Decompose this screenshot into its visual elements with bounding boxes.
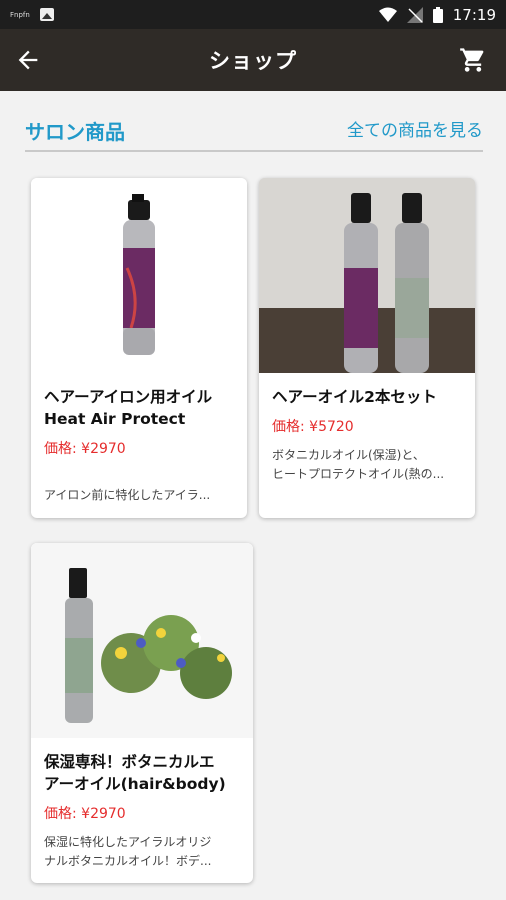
wifi-icon — [378, 7, 397, 22]
status-bar: Fnpfn 17:19 — [0, 0, 506, 29]
product-name-line: アーオイル(hair&body) — [44, 775, 226, 793]
product-price: 価格: ¥2970 — [44, 806, 126, 822]
product-price: 価格: ¥2970 — [44, 441, 126, 457]
product-image — [259, 178, 475, 373]
product-card-heat-air-protect[interactable]: ヘアーアイロン用オイル Heat Air Protect 価格: ¥2970 ア… — [31, 178, 247, 518]
section-header: サロン商品 全ての商品を見る — [25, 112, 483, 152]
product-image — [31, 543, 253, 738]
see-all-products-link[interactable]: 全ての商品を見る — [347, 116, 483, 141]
product-description: 保湿に特化したアイラルオリジ ナルボタニカルオイル！ボデ... — [44, 833, 244, 871]
product-name-sub: Heat Air Protect — [44, 410, 186, 428]
product-price: 価格: ¥5720 — [272, 419, 354, 435]
battery-icon — [432, 6, 443, 23]
product-description: アイロン前に特化したアイラ... — [44, 488, 211, 502]
cart-icon[interactable] — [458, 46, 488, 74]
page-title: ショップ — [209, 49, 297, 73]
description-line: ナルボタニカルオイル！ボデ... — [44, 854, 212, 868]
product-name: ヘアーアイロン用オイル Heat Air Protect — [44, 386, 240, 430]
description-line: ヒートプロテクトオイル(熱の... — [272, 467, 445, 481]
product-card-botanical-oil[interactable]: 保湿専科！ボタニカルエ アーオイル(hair&body) 価格: ¥2970 保… — [31, 543, 253, 883]
product-description: ボタニカルオイル(保湿)と、 ヒートプロテクトオイル(熱の... — [272, 446, 468, 484]
notification-text: Fnpfn — [10, 10, 30, 19]
section-title: サロン商品 — [25, 120, 125, 144]
clock: 17:19 — [452, 5, 496, 24]
description-line: ボタニカルオイル(保湿)と、 — [272, 448, 425, 462]
product-name-line: 保湿専科！ボタニカルエ — [44, 753, 215, 771]
product-name-line: ヘアーアイロン用オイル — [44, 388, 213, 406]
image-notification-icon — [39, 8, 54, 21]
product-name: ヘアーオイル2本セット — [272, 388, 437, 406]
description-line: 保湿に特化したアイラルオリジ — [44, 835, 212, 849]
app-bar: ショップ — [0, 29, 506, 91]
back-arrow-icon[interactable] — [14, 46, 42, 74]
product-card-hair-oil-set[interactable]: ヘアーオイル2本セット 価格: ¥5720 ボタニカルオイル(保湿)と、 ヒート… — [259, 178, 475, 518]
signal-off-icon — [406, 6, 423, 23]
product-image — [31, 178, 247, 378]
product-name: 保湿専科！ボタニカルエ アーオイル(hair&body) — [44, 751, 244, 795]
